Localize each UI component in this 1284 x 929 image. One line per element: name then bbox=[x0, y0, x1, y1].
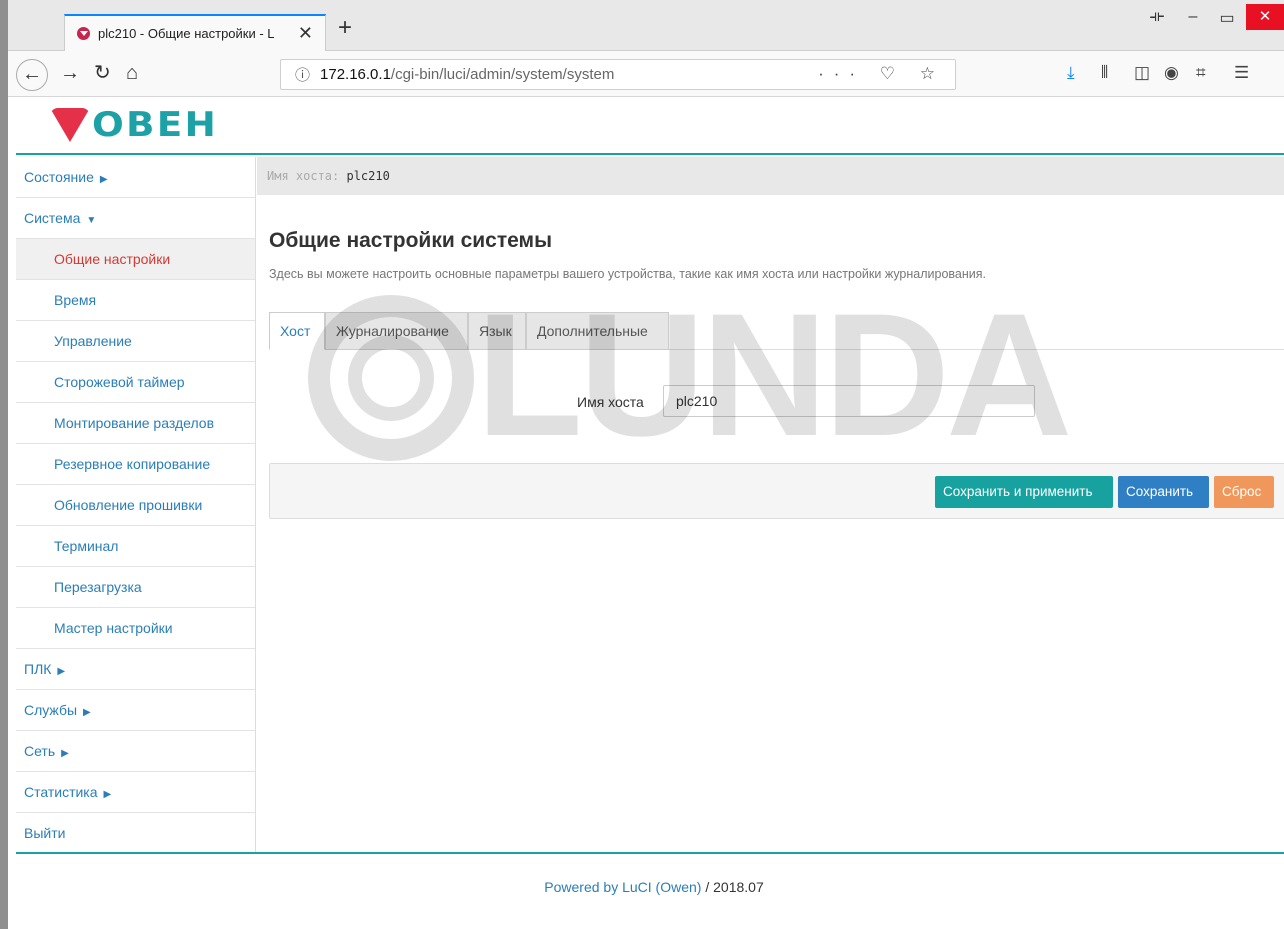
page-title: Общие настройки системы bbox=[269, 229, 553, 252]
caret-down-icon: ▼ bbox=[86, 215, 97, 226]
caret-right-icon: ▶ bbox=[57, 666, 66, 677]
close-tab-icon[interactable]: ✕ bbox=[298, 23, 313, 44]
sidebar-item-label: Общие настройки bbox=[54, 251, 171, 267]
menu-icon[interactable]: ☰ bbox=[1234, 63, 1249, 83]
sidebar-icon[interactable]: ◫ bbox=[1134, 63, 1150, 83]
download-icon[interactable]: ⤓ bbox=[1067, 63, 1075, 83]
sidebar-item-label: Монтирование разделов bbox=[54, 415, 215, 431]
sidebar-item[interactable]: Службы ▶ bbox=[16, 690, 255, 731]
sidebar-item-label: Обновление прошивки bbox=[54, 497, 203, 513]
sidebar-item[interactable]: Общие настройки bbox=[16, 239, 255, 280]
back-icon[interactable]: ← bbox=[16, 59, 48, 91]
home-icon[interactable]: ⌂ bbox=[126, 61, 138, 85]
sidebar: Состояние ▶ Система ▼ Общие настройки Время Уп… bbox=[16, 157, 256, 854]
header-bar: ОВЕН bbox=[16, 97, 1284, 155]
sidebar-item-label: Выйти bbox=[24, 825, 66, 841]
settings-tabs: Хост Журналирование Язык Дополнительные bbox=[269, 312, 1284, 350]
sidebar-item[interactable]: ПЛК ▶ bbox=[16, 649, 255, 690]
hostname-bar: Имя хоста: plc210 bbox=[257, 157, 1284, 195]
main-content: Имя хоста: plc210 Общие настройки систем… bbox=[257, 157, 1284, 852]
sidebar-item[interactable]: Обновление прошивки bbox=[16, 485, 255, 526]
tab-strip: plc210 - Общие настройки - L ✕ + ⟛ – ▭ ✕ bbox=[8, 0, 1284, 51]
favicon-icon bbox=[77, 27, 90, 40]
sidebar-item-label: Сторожевой таймер bbox=[54, 374, 185, 390]
tab-advanced[interactable]: Дополнительные bbox=[526, 312, 669, 350]
sidebar-item[interactable]: Резервное копирование bbox=[16, 444, 255, 485]
sidebar-item-label: Сеть bbox=[24, 743, 56, 759]
sidebar-item-label: ПЛК bbox=[24, 661, 52, 677]
browser-tab[interactable]: plc210 - Общие настройки - L ✕ bbox=[64, 14, 326, 51]
window-close-icon[interactable]: ✕ bbox=[1246, 4, 1284, 30]
page-description: Здесь вы можете настроить основные парам… bbox=[269, 267, 986, 281]
luci-link[interactable]: Powered by LuCI (Owen) bbox=[544, 879, 701, 895]
page-actions-icon[interactable]: ··· ♡ ☆ bbox=[818, 64, 945, 84]
tab-logging[interactable]: Журналирование bbox=[325, 312, 468, 350]
footer: Powered by LuCI (Owen) / 2018.07 bbox=[16, 879, 1284, 895]
account-icon[interactable]: ◉ bbox=[1164, 63, 1179, 83]
sidebar-item-label: Время bbox=[54, 292, 97, 308]
sidebar-item[interactable]: Время bbox=[16, 280, 255, 321]
new-tab-icon[interactable]: + bbox=[338, 14, 352, 42]
sidebar-item-label: Терминал bbox=[54, 538, 119, 554]
footer-version: / 2018.07 bbox=[701, 879, 764, 895]
sidebar-item[interactable]: Состояние ▶ bbox=[16, 157, 255, 198]
sidebar-item[interactable]: Сторожевой таймер bbox=[16, 362, 255, 403]
hostname-label: Имя хоста: bbox=[267, 169, 340, 183]
tab-title: plc210 - Общие настройки - L bbox=[98, 26, 275, 41]
sidebar-item[interactable]: Статистика ▶ bbox=[16, 772, 255, 813]
library-icon[interactable]: ⫴ bbox=[1101, 63, 1108, 83]
logo-text: ОВЕН bbox=[92, 105, 218, 145]
sidebar-item-label: Мастер настройки bbox=[54, 620, 173, 636]
tab-host[interactable]: Хост bbox=[269, 312, 325, 350]
page-content: ОВЕН Состояние ▶ Система ▼ Общие настройки Вр… bbox=[16, 97, 1284, 929]
sidebar-item-label: Службы bbox=[24, 702, 78, 718]
sidebar-item[interactable]: Система ▼ bbox=[16, 198, 255, 239]
logo-mark-icon bbox=[50, 108, 90, 142]
sidebar-item-label: Управление bbox=[54, 333, 132, 349]
reset-button[interactable]: Сброс bbox=[1214, 476, 1274, 508]
sidebar-item-label: Статистика bbox=[24, 784, 98, 800]
url-bar[interactable]: ⓘ 172.16.0.1/cgi-bin/luci/admin/system/s… bbox=[280, 59, 956, 90]
screenshot-icon[interactable]: ⌗ bbox=[1196, 63, 1206, 83]
caret-right-icon: ▶ bbox=[61, 748, 69, 759]
sidebar-item[interactable]: Сеть ▶ bbox=[16, 731, 255, 772]
reload-icon[interactable]: ↻ bbox=[94, 61, 111, 85]
tab-language[interactable]: Язык bbox=[468, 312, 526, 350]
owen-logo[interactable]: ОВЕН bbox=[50, 105, 216, 145]
navigation-bar: ← → ↻ ⌂ ⓘ 172.16.0.1/cgi-bin/luci/admin/… bbox=[8, 51, 1284, 97]
url-host: 172.16.0.1 bbox=[320, 66, 391, 83]
hostname-field-label: Имя хоста bbox=[577, 394, 644, 410]
info-icon[interactable]: ⓘ bbox=[295, 64, 310, 85]
sidebar-item[interactable]: Монтирование разделов bbox=[16, 403, 255, 444]
url-path: /cgi-bin/luci/admin/system/system bbox=[390, 66, 615, 83]
caret-right-icon: ▶ bbox=[83, 707, 91, 718]
hostname-value: plc210 bbox=[346, 169, 390, 183]
save-apply-button[interactable]: Сохранить и применить bbox=[935, 476, 1113, 508]
sidebar-item-label: Состояние bbox=[24, 169, 94, 185]
browser-window: plc210 - Общие настройки - L ✕ + ⟛ – ▭ ✕… bbox=[0, 0, 1284, 929]
sidebar-item[interactable]: Управление bbox=[16, 321, 255, 362]
sidebar-item[interactable]: Выйти bbox=[16, 813, 255, 854]
caret-right-icon: ▶ bbox=[99, 174, 108, 185]
sidebar-item-label: Система bbox=[24, 210, 81, 226]
maximize-icon[interactable]: ▭ bbox=[1212, 8, 1242, 28]
sidebar-item[interactable]: Терминал bbox=[16, 526, 255, 567]
caret-right-icon: ▶ bbox=[103, 789, 112, 800]
forward-icon[interactable]: → bbox=[60, 61, 80, 85]
sidebar-item[interactable]: Перезагрузка bbox=[16, 567, 255, 608]
sidebar-item-label: Резервное копирование bbox=[54, 456, 211, 472]
footer-divider bbox=[16, 852, 1284, 854]
action-bar: Сохранить и применить Сохранить Сброс bbox=[269, 463, 1284, 519]
tab-pin-icon[interactable]: ⟛ bbox=[1142, 8, 1172, 26]
sidebar-item-label: Перезагрузка bbox=[54, 579, 142, 595]
save-button[interactable]: Сохранить bbox=[1118, 476, 1209, 508]
hostname-input[interactable]: plc210 bbox=[663, 385, 1035, 417]
minimize-icon[interactable]: – bbox=[1178, 8, 1208, 26]
sidebar-item[interactable]: Мастер настройки bbox=[16, 608, 255, 649]
